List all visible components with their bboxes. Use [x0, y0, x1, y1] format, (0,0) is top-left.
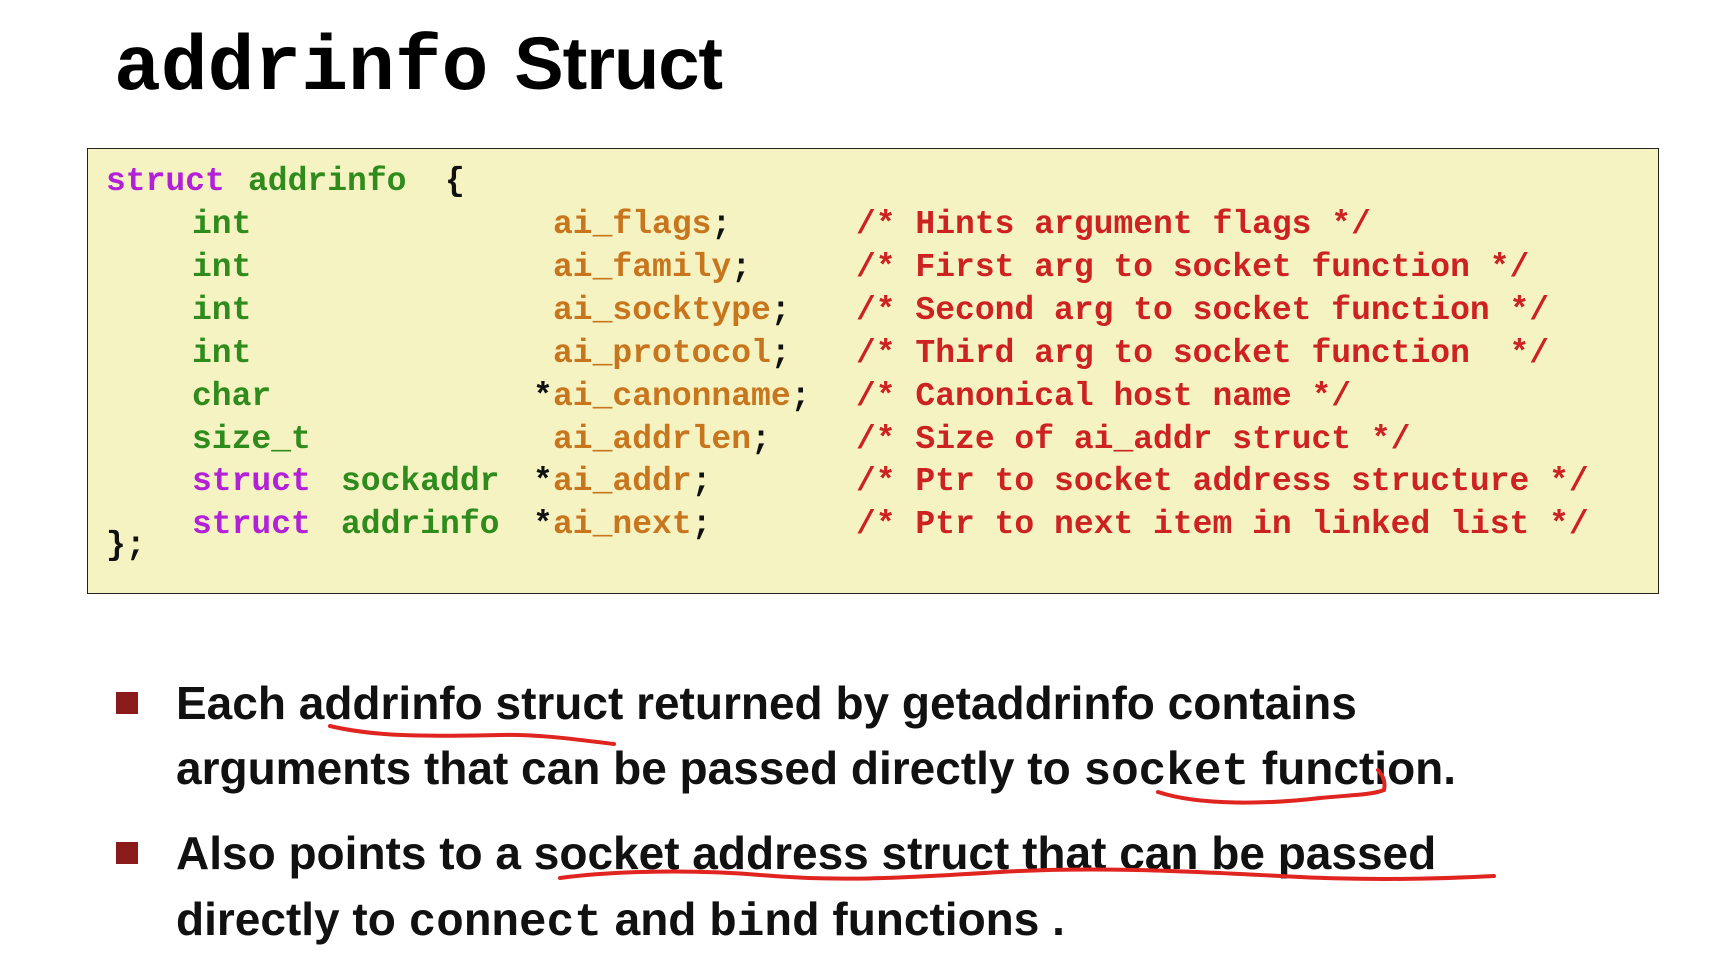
text: arguments that can be passed directly to: [176, 742, 1084, 794]
bullet-1-line-2: arguments that can be passed directly to…: [176, 735, 1456, 805]
semicolon: ;: [770, 291, 791, 329]
member-comment: /* Second arg to socket function */: [856, 291, 1550, 329]
member-comment: /* Ptr to socket address structure */: [856, 463, 1589, 501]
text: functions .: [819, 893, 1065, 945]
semicolon: ;: [770, 334, 791, 372]
bullet-2-line-2: directly to connect and bind functions .: [176, 886, 1065, 956]
text: returned by getaddrinfo contains: [623, 677, 1357, 729]
member-type: size_t: [192, 420, 311, 458]
member-comment: /* First arg to socket function */: [856, 248, 1530, 286]
member-type-keyword: struct: [192, 463, 311, 501]
member-comment: /* Third arg to socket function */: [856, 334, 1550, 372]
member-field: ai_protocol: [553, 334, 771, 372]
semicolon: ;: [731, 248, 751, 286]
member-field: ai_addr: [553, 463, 692, 501]
semicolon: ;: [751, 420, 771, 458]
code-bind: bind: [709, 897, 820, 949]
pointer-star: *: [533, 463, 553, 501]
title-text: Struct: [514, 22, 723, 105]
member-field: ai_socktype: [553, 291, 771, 329]
code-block: struct addrinfo { int ai_flags; /* Hints a…: [87, 148, 1659, 594]
semicolon: ;: [711, 206, 732, 243]
text: Also points to a: [176, 827, 534, 879]
struct-keyword: struct: [106, 163, 225, 200]
text: function.: [1249, 742, 1457, 794]
member-field: ai_next: [553, 506, 692, 544]
member-comment: /* Ptr to next item in linked list */: [856, 506, 1589, 544]
title-code: addrinfo: [114, 25, 489, 113]
pointer-star: *: [533, 377, 553, 415]
member-type: int: [192, 206, 252, 243]
semicolon: ;: [691, 506, 712, 544]
code-line-open: struct addrinfo {: [88, 161, 465, 203]
member-field: ai_canonname: [553, 377, 791, 415]
member-comment: /* Hints argument flags */: [856, 206, 1371, 243]
member-type: addrinfo: [341, 506, 500, 544]
member-type: sockaddr: [341, 463, 500, 501]
member-type: int: [192, 334, 252, 372]
open-brace: {: [445, 163, 465, 200]
member-field: ai_flags: [553, 206, 712, 243]
member-type: int: [192, 248, 252, 286]
struct-name: addrinfo: [248, 163, 407, 200]
member-comment: /* Size of ai_addr struct */: [856, 420, 1411, 458]
code-socket: socket: [1083, 746, 1250, 798]
member-type-keyword: struct: [192, 506, 311, 544]
slide-title: addrinfo Struct: [114, 22, 723, 110]
semicolon: ;: [790, 377, 811, 415]
close-brace: };: [106, 527, 146, 564]
text: and: [601, 893, 710, 945]
code-line-close: };: [88, 525, 167, 567]
underlined-text: addrinfo struct: [298, 677, 624, 729]
underlined-text: socket address struct that can be passed: [533, 827, 1437, 879]
bullet-1-line-1: Each addrinfo struct returned by getaddr…: [176, 670, 1357, 736]
text: Each: [176, 677, 299, 729]
bullet-marker-1: [116, 692, 138, 714]
member-field: ai_family: [553, 248, 732, 286]
member-type: int: [192, 291, 252, 329]
semicolon: ;: [691, 463, 712, 501]
member-type: char: [192, 377, 272, 415]
code-connect: connect: [408, 897, 602, 949]
bullet-2-line-1: Also points to a socket address struct t…: [176, 820, 1436, 886]
text: directly to: [176, 893, 409, 945]
member-comment: /* Canonical host name */: [856, 377, 1352, 415]
member-field: ai_addrlen: [553, 420, 752, 458]
bullet-marker-2: [116, 842, 138, 864]
pointer-star: *: [533, 506, 553, 544]
